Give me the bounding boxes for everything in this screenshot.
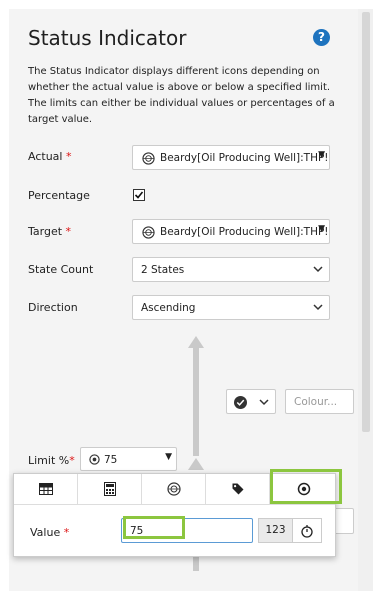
description-text: The Status Indicator displays different …	[28, 66, 335, 125]
tab-tag[interactable]	[206, 474, 270, 504]
direction-arrow-line	[193, 346, 199, 456]
direction-label: Direction	[28, 301, 78, 314]
value-label: Value *	[30, 526, 70, 539]
oil-well-icon	[166, 482, 181, 496]
highlight-target-tab	[270, 469, 342, 504]
caret-down-icon: ▼	[318, 150, 325, 160]
percentage-checkbox[interactable]	[133, 189, 145, 201]
timer-button[interactable]	[292, 518, 322, 543]
percentage-label: Percentage	[28, 189, 90, 202]
number-type-button[interactable]: 123	[258, 518, 293, 543]
tag-icon	[232, 483, 243, 495]
direction-select[interactable]: Ascending	[132, 295, 330, 320]
check-circle-icon	[234, 396, 247, 409]
highlight-value-input	[123, 516, 185, 539]
state-count-label: State Count	[28, 263, 94, 276]
direction-arrow-line	[193, 557, 199, 571]
state-icon-select[interactable]	[226, 389, 276, 414]
stopwatch-icon	[301, 525, 313, 538]
tab-oil-well[interactable]	[142, 474, 206, 504]
target-select[interactable]: Beardy[Oil Producing Well]:THP! ▼	[132, 219, 330, 244]
chevron-down-icon	[313, 266, 323, 273]
limit-label: Limit %*	[28, 454, 75, 467]
colour-input[interactable]: Colour...	[285, 389, 354, 414]
target-icon	[89, 454, 100, 465]
actual-select[interactable]: Beardy[Oil Producing Well]:THP! ▼	[132, 145, 330, 170]
calculator-icon	[103, 482, 116, 496]
page-title: Status Indicator	[28, 26, 187, 50]
table-icon	[38, 483, 53, 495]
oil-well-icon	[142, 226, 155, 239]
scrollbar-thumb[interactable]	[362, 12, 370, 432]
actual-label: Actual *	[28, 150, 72, 163]
caret-down-icon: ▼	[165, 452, 172, 462]
chevron-down-icon	[259, 399, 269, 406]
tab-calculator[interactable]	[78, 474, 142, 504]
target-label: Target *	[28, 225, 72, 238]
arrow-up-icon	[188, 458, 204, 470]
limit-select[interactable]: 75 ▼	[80, 447, 177, 471]
oil-well-icon	[142, 152, 155, 165]
chevron-down-icon	[313, 304, 323, 311]
caret-down-icon: ▼	[318, 224, 325, 234]
state-count-select[interactable]: 2 States	[132, 257, 330, 282]
help-icon[interactable]: ?	[313, 29, 330, 46]
tab-table[interactable]	[14, 474, 78, 504]
popup-divider	[14, 504, 335, 505]
check-icon	[134, 191, 144, 199]
